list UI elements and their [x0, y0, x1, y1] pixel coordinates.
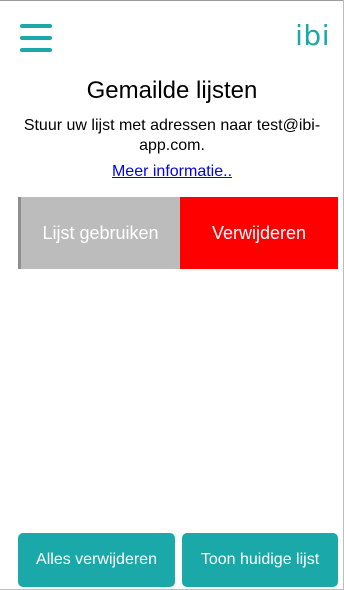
show-current-list-button[interactable]: Toon huidige lijst [182, 533, 338, 587]
frame-top-border [0, 0, 344, 1]
delete-list-button[interactable]: Verwijderen [180, 197, 338, 269]
instruction-text: Stuur uw lijst met adressen naar test@ib… [23, 117, 321, 154]
menu-bar-middle [20, 36, 52, 40]
ibi-logo: ibi [295, 19, 330, 52]
emailed-lists-screen: ibi Gemailde lijsten Stuur uw lijst met … [0, 0, 344, 590]
hamburger-menu-icon[interactable] [20, 24, 52, 52]
use-list-button[interactable]: Lijst gebruiken [21, 197, 180, 269]
menu-bar-bottom [20, 48, 52, 52]
more-info-container: Meer informatie.. [0, 162, 344, 182]
menu-bar-top [20, 24, 52, 28]
delete-all-button[interactable]: Alles verwijderen [18, 533, 175, 587]
more-info-link[interactable]: Meer informatie.. [112, 163, 232, 180]
page-title: Gemailde lijsten [86, 77, 258, 104]
emailed-list-row[interactable]: Lijst gebruiken Verwijderen [18, 197, 338, 269]
